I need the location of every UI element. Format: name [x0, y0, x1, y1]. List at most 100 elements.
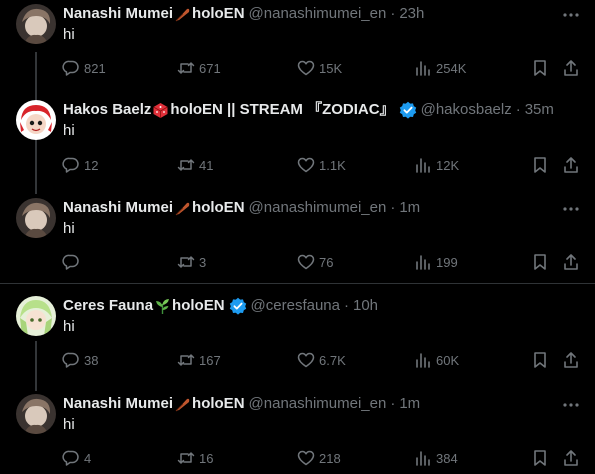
- display-name-suffix[interactable]: holoEN: [192, 394, 245, 414]
- user-handle[interactable]: @nanashimumei_en: [249, 198, 387, 218]
- display-name[interactable]: Hakos Baelz: [63, 100, 151, 120]
- timestamp[interactable]: 10h: [353, 296, 378, 316]
- bar-chart-icon: [416, 353, 430, 368]
- tweet-header: Nanashi Mumei holoEN @nanashimumei_en · …: [63, 394, 583, 414]
- display-name[interactable]: Nanashi Mumei: [63, 4, 173, 24]
- bookmark-button[interactable]: [531, 252, 549, 272]
- tweet-text: hi: [63, 122, 75, 139]
- bookmark-button[interactable]: [531, 350, 549, 370]
- like-button[interactable]: 1.1K: [297, 155, 346, 175]
- tweet-text: hi: [63, 220, 75, 237]
- speech-bubble-icon: [62, 60, 79, 76]
- avatar[interactable]: [16, 394, 56, 434]
- reply-button[interactable]: [62, 252, 84, 272]
- bookmark-button[interactable]: [531, 448, 549, 468]
- user-handle[interactable]: @nanashimumei_en: [249, 4, 387, 24]
- share-button[interactable]: [562, 155, 580, 175]
- more-options-icon[interactable]: [561, 395, 581, 415]
- more-options-icon[interactable]: [561, 5, 581, 25]
- die-emoji-icon: [152, 102, 169, 119]
- avatar[interactable]: [16, 296, 56, 336]
- user-handle[interactable]: @hakosbaelz: [421, 100, 512, 120]
- retweet-button[interactable]: 16: [177, 448, 213, 468]
- reply-count: 821: [84, 60, 106, 76]
- share-button[interactable]: [562, 252, 580, 272]
- share-upload-icon: [564, 157, 578, 173]
- like-button[interactable]: 218: [297, 448, 341, 468]
- bookmark-icon: [534, 254, 546, 270]
- display-name-suffix[interactable]: holoEN: [172, 296, 225, 316]
- separator-dot: ·: [390, 5, 396, 22]
- retweet-count: 167: [199, 352, 221, 368]
- tweet[interactable]: Nanashi Mumei holoEN @nanashimumei_en · …: [0, 0, 595, 92]
- share-button[interactable]: [562, 350, 580, 370]
- user-handle[interactable]: @nanashimumei_en: [249, 394, 387, 414]
- avatar[interactable]: [16, 198, 56, 238]
- display-name-suffix[interactable]: holoEN: [192, 198, 245, 218]
- views-count: 254K: [436, 60, 467, 76]
- user-handle[interactable]: @ceresfauna: [251, 296, 340, 316]
- retweet-count: 3: [199, 254, 207, 270]
- tweet-text: hi: [63, 318, 75, 335]
- more-options-icon[interactable]: [561, 199, 581, 219]
- reply-button[interactable]: 4: [62, 448, 91, 468]
- reply-count: 4: [84, 450, 92, 466]
- reply-button[interactable]: 12: [62, 155, 98, 175]
- bar-chart-icon: [416, 158, 430, 173]
- heart-icon: [297, 254, 315, 270]
- retweet-button[interactable]: 41: [177, 155, 213, 175]
- reply-button[interactable]: 38: [62, 350, 98, 370]
- tweet[interactable]: Ceres Fauna holoEN @ceresfauna · 10h hi …: [0, 292, 595, 384]
- timestamp[interactable]: 1m: [399, 198, 420, 218]
- views-button[interactable]: 384: [414, 448, 458, 468]
- bookmark-button[interactable]: [531, 58, 549, 78]
- views-count: 60K: [436, 352, 460, 368]
- like-button[interactable]: 15K: [297, 58, 342, 78]
- views-button[interactable]: 199: [414, 252, 458, 272]
- tweet-header: Nanashi Mumei holoEN @nanashimumei_en · …: [63, 198, 583, 218]
- views-button[interactable]: 60K: [414, 350, 459, 370]
- like-button[interactable]: 6.7K: [297, 350, 346, 370]
- avatar[interactable]: [16, 100, 56, 140]
- tweet[interactable]: Nanashi Mumei holoEN @nanashimumei_en · …: [0, 390, 595, 474]
- display-name-suffix[interactable]: holoEN || STREAM 『ZODIAC』: [170, 100, 394, 120]
- tweet[interactable]: Nanashi Mumei holoEN @nanashimumei_en · …: [0, 194, 595, 282]
- views-count: 199: [436, 254, 458, 270]
- share-button[interactable]: [562, 448, 580, 468]
- reply-count: 12: [84, 157, 99, 173]
- bookmark-icon: [534, 352, 546, 368]
- share-button[interactable]: [562, 58, 580, 78]
- avatar[interactable]: [16, 4, 56, 44]
- speech-bubble-icon: [62, 352, 79, 368]
- heart-icon: [297, 60, 315, 76]
- retweet-button[interactable]: 671: [177, 58, 221, 78]
- display-name[interactable]: Nanashi Mumei: [63, 394, 173, 414]
- display-name[interactable]: Ceres Fauna: [63, 296, 153, 316]
- separator-dot: ·: [344, 297, 349, 314]
- retweet-button[interactable]: 167: [177, 350, 221, 370]
- heart-icon: [297, 157, 315, 173]
- retweet-count: 671: [199, 60, 221, 76]
- bookmark-icon: [534, 157, 546, 173]
- tweet-header: Ceres Fauna holoEN @ceresfauna · 10h: [63, 296, 583, 316]
- tweet-text: hi: [63, 416, 75, 433]
- tweet[interactable]: Hakos Baelz holoEN || STREAM 『ZODIAC』 @h…: [0, 96, 595, 188]
- bookmark-icon: [534, 450, 546, 466]
- display-name-suffix[interactable]: holoEN: [192, 4, 245, 24]
- feather-emoji-icon: [174, 396, 191, 413]
- retweet-arrows-icon: [177, 62, 195, 74]
- bar-chart-icon: [416, 61, 430, 76]
- display-name[interactable]: Nanashi Mumei: [63, 198, 173, 218]
- reply-button[interactable]: 821: [62, 58, 106, 78]
- bookmark-button[interactable]: [531, 155, 549, 175]
- share-upload-icon: [564, 450, 578, 466]
- retweet-button[interactable]: 3: [177, 252, 206, 272]
- separator-dot: ·: [515, 101, 521, 118]
- timestamp[interactable]: 35m: [525, 100, 554, 120]
- timestamp[interactable]: 1m: [399, 394, 420, 414]
- timestamp[interactable]: 23h: [399, 4, 424, 24]
- views-button[interactable]: 12K: [414, 155, 459, 175]
- tweet-header: Nanashi Mumei holoEN @nanashimumei_en · …: [63, 4, 583, 24]
- views-button[interactable]: 254K: [414, 58, 466, 78]
- like-button[interactable]: 76: [297, 252, 333, 272]
